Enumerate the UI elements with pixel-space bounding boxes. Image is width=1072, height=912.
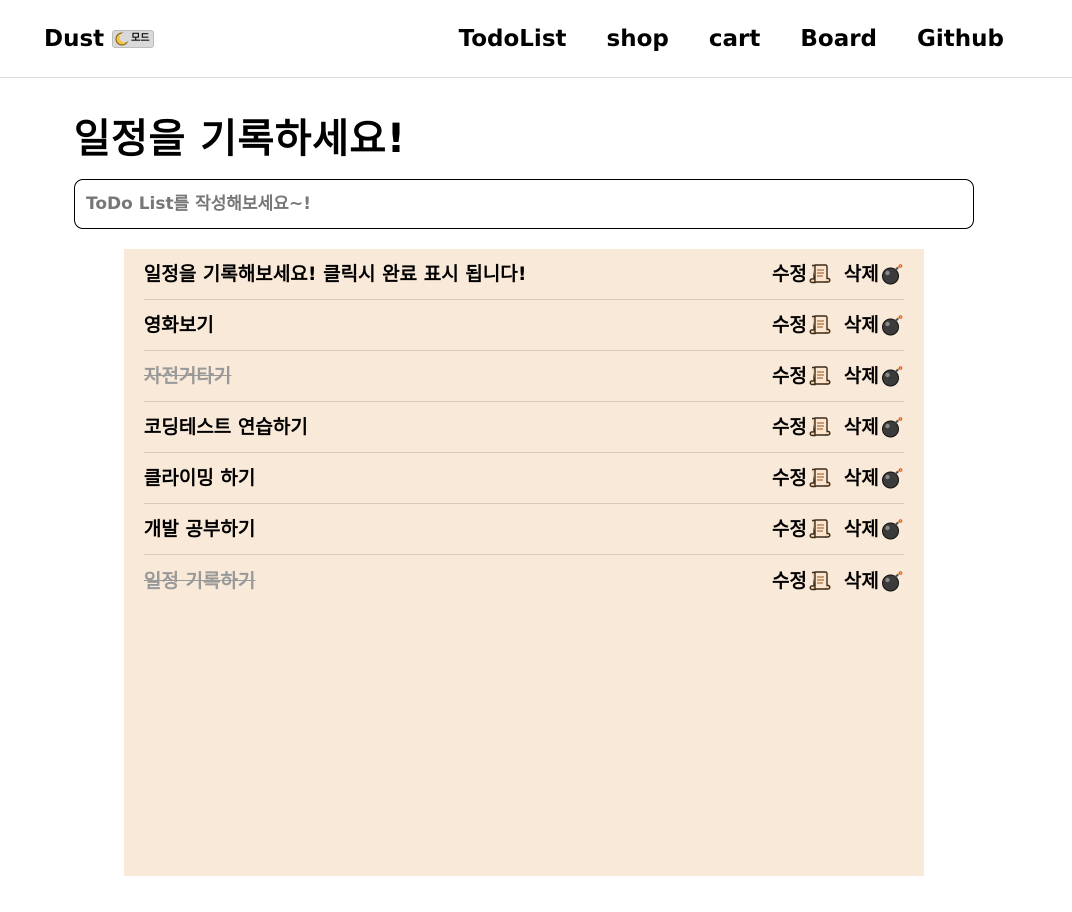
moon-icon	[115, 32, 130, 46]
edit-button[interactable]: 수정	[772, 364, 832, 388]
edit-label: 수정	[772, 365, 808, 387]
todo-text[interactable]: 일정 기록하기	[144, 569, 256, 593]
todo-actions: 수정 삭제	[772, 415, 904, 439]
edit-label: 수정	[772, 467, 808, 489]
bomb-icon	[882, 519, 903, 540]
delete-button[interactable]: 삭제	[844, 517, 904, 541]
bomb-icon	[882, 468, 903, 489]
nav-link-cart[interactable]: cart	[709, 24, 761, 54]
todo-item: 영화보기 수정 삭제	[144, 300, 904, 351]
nav-link-board[interactable]: Board	[800, 24, 877, 54]
todo-list: 일정을 기록해보세요! 클릭시 완료 표시 됩니다! 수정 삭제 영화보기 수정 삭제 자전…	[124, 249, 924, 606]
delete-button[interactable]: 삭제	[844, 415, 904, 439]
edit-button[interactable]: 수정	[772, 262, 832, 286]
edit-label: 수정	[772, 569, 808, 592]
todo-actions: 수정 삭제	[772, 313, 904, 337]
todo-text[interactable]: 클라이밍 하기	[144, 466, 256, 490]
edit-button[interactable]: 수정	[772, 313, 832, 337]
delete-button[interactable]: 삭제	[844, 466, 904, 490]
scroll-icon	[809, 468, 831, 488]
nav-link-todolist[interactable]: TodoList	[459, 24, 567, 54]
edit-button[interactable]: 수정	[772, 517, 832, 541]
delete-label: 삭제	[844, 263, 879, 285]
nav-link-shop[interactable]: shop	[607, 24, 669, 54]
bomb-icon	[882, 264, 903, 285]
scroll-icon	[809, 417, 831, 437]
top-navbar: Dust 모드 TodoList shop cart Board Github	[0, 0, 1072, 78]
nav-link-github[interactable]: Github	[917, 24, 1004, 54]
brand-logo-text[interactable]: Dust	[44, 24, 104, 54]
brand: Dust 모드	[44, 24, 154, 54]
delete-button[interactable]: 삭제	[844, 313, 904, 337]
delete-label: 삭제	[844, 314, 879, 336]
todo-item: 코딩테스트 연습하기 수정 삭제	[144, 402, 904, 453]
delete-button[interactable]: 삭제	[844, 364, 904, 388]
delete-button[interactable]: 삭제	[844, 262, 904, 286]
delete-label: 삭제	[844, 569, 879, 592]
todo-item: 일정 기록하기 수정 삭제	[144, 555, 904, 606]
mode-toggle-button[interactable]: 모드	[112, 30, 154, 48]
edit-label: 수정	[772, 314, 808, 336]
todo-input[interactable]	[74, 179, 974, 229]
delete-label: 삭제	[844, 518, 879, 540]
todo-item: 자전거타기 수정 삭제	[144, 351, 904, 402]
scroll-icon	[809, 315, 831, 335]
main-nav: TodoList shop cart Board Github	[459, 24, 1004, 54]
scroll-icon	[809, 570, 831, 590]
todo-text[interactable]: 자전거타기	[144, 364, 231, 388]
todo-actions: 수정 삭제	[772, 466, 904, 490]
todo-text[interactable]: 코딩테스트 연습하기	[144, 415, 308, 439]
todo-item: 클라이밍 하기 수정 삭제	[144, 453, 904, 504]
scroll-icon	[809, 264, 831, 284]
todo-actions: 수정 삭제	[772, 262, 904, 286]
todo-actions: 수정 삭제	[772, 569, 904, 593]
edit-button[interactable]: 수정	[772, 466, 832, 490]
bomb-icon	[882, 570, 903, 591]
edit-label: 수정	[772, 263, 808, 285]
edit-label: 수정	[772, 518, 808, 540]
todo-actions: 수정 삭제	[772, 364, 904, 388]
edit-label: 수정	[772, 416, 808, 438]
todo-item: 일정을 기록해보세요! 클릭시 완료 표시 됩니다! 수정 삭제	[144, 249, 904, 300]
todo-text[interactable]: 영화보기	[144, 313, 214, 337]
edit-button[interactable]: 수정	[772, 569, 832, 593]
delete-button[interactable]: 삭제	[844, 569, 904, 593]
todo-item: 개발 공부하기 수정 삭제	[144, 504, 904, 555]
todo-actions: 수정 삭제	[772, 517, 904, 541]
delete-label: 삭제	[844, 365, 879, 387]
delete-label: 삭제	[844, 467, 879, 489]
mode-label: 모드	[131, 33, 150, 44]
todo-text[interactable]: 개발 공부하기	[144, 517, 256, 541]
page-title: 일정을 기록하세요!	[74, 116, 406, 162]
scroll-icon	[809, 519, 831, 539]
bomb-icon	[882, 366, 903, 387]
bomb-icon	[882, 417, 903, 438]
todo-panel: 일정을 기록해보세요! 클릭시 완료 표시 됩니다! 수정 삭제 영화보기 수정 삭제 자전…	[124, 249, 924, 876]
bomb-icon	[882, 315, 903, 336]
todo-text[interactable]: 일정을 기록해보세요! 클릭시 완료 표시 됩니다!	[144, 262, 527, 286]
scroll-icon	[809, 366, 831, 386]
edit-button[interactable]: 수정	[772, 415, 832, 439]
delete-label: 삭제	[844, 416, 879, 438]
